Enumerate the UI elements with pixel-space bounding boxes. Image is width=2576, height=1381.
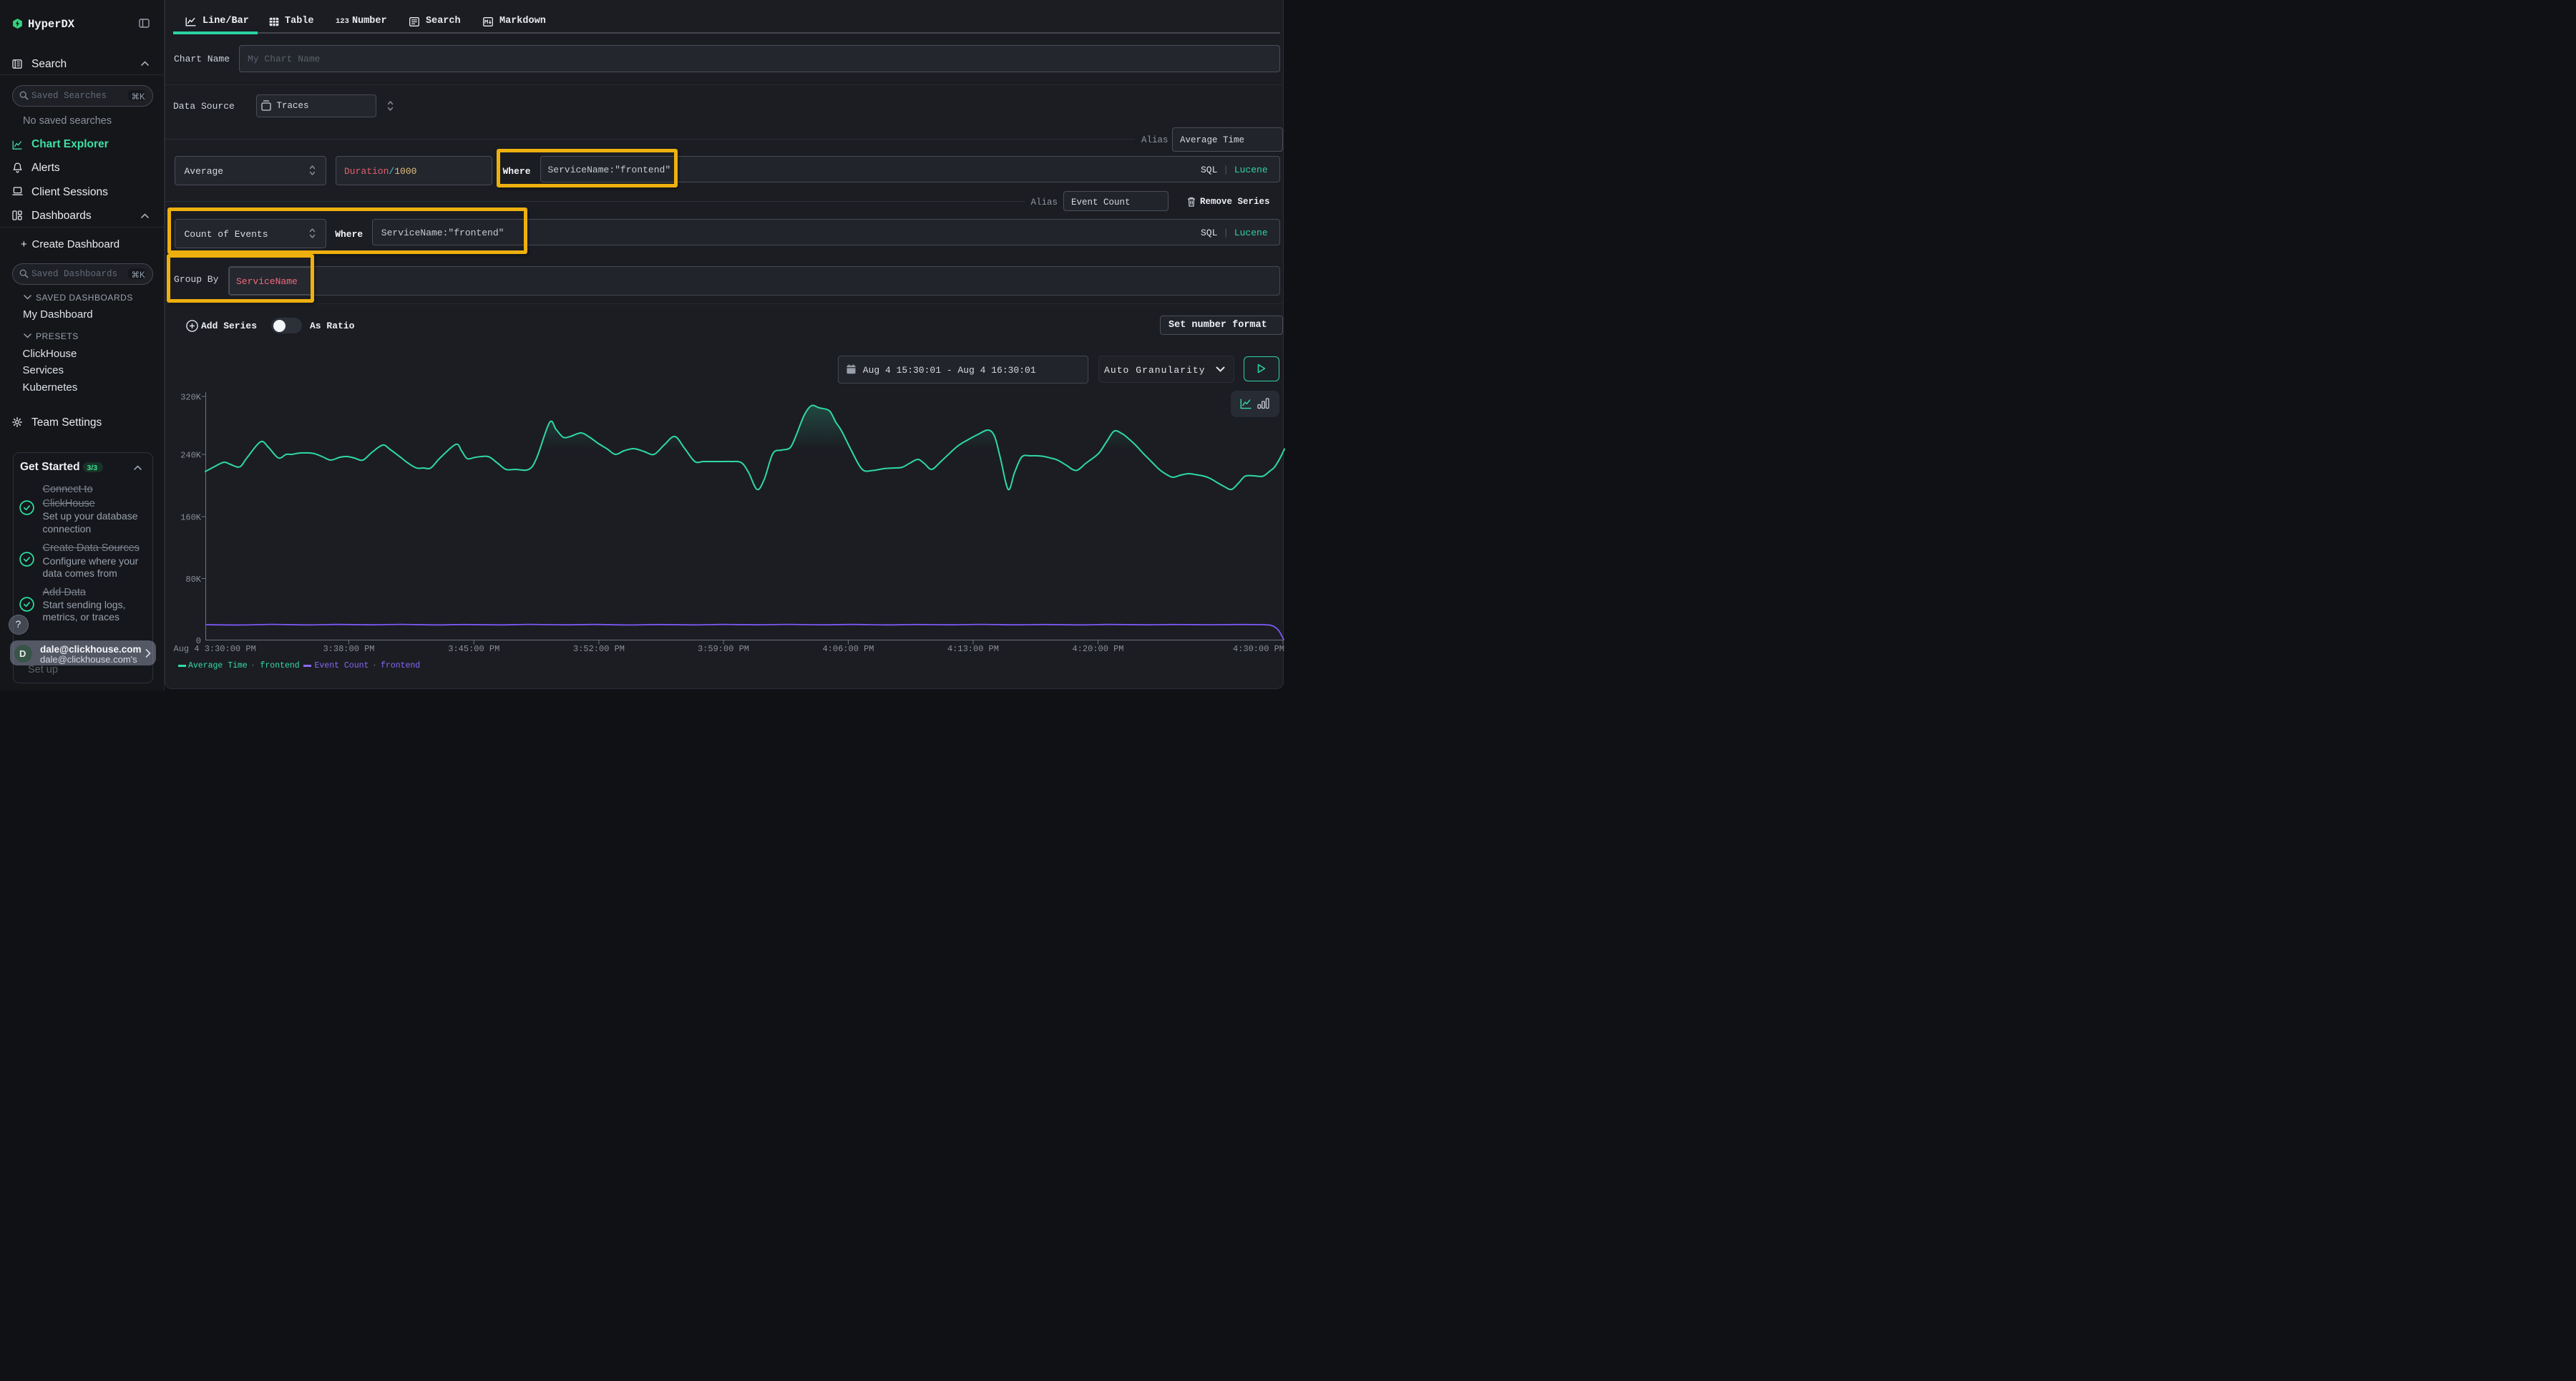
svg-text:4:30:00 PM: 4:30:00 PM <box>1233 644 1284 654</box>
svg-text:3:45:00 PM: 3:45:00 PM <box>448 644 499 654</box>
svg-text:3:38:00 PM: 3:38:00 PM <box>323 644 374 654</box>
svg-text:240K: 240K <box>180 451 202 461</box>
svg-text:3:59:00 PM: 3:59:00 PM <box>698 644 749 654</box>
svg-text:320K: 320K <box>180 393 202 403</box>
svg-text:3:52:00 PM: 3:52:00 PM <box>573 644 625 654</box>
svg-text:80K: 80K <box>185 575 201 585</box>
svg-text:Aug 4 3:30:00 PM: Aug 4 3:30:00 PM <box>174 644 256 654</box>
svg-text:4:20:00 PM: 4:20:00 PM <box>1072 644 1123 654</box>
svg-text:160K: 160K <box>180 513 202 523</box>
svg-text:4:13:00 PM: 4:13:00 PM <box>947 644 999 654</box>
svg-text:4:06:00 PM: 4:06:00 PM <box>822 644 874 654</box>
